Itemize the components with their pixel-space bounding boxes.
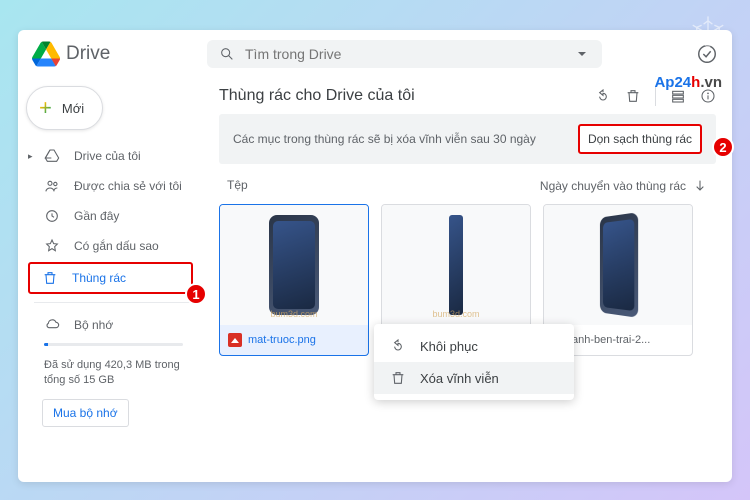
app-window: Drive + Mới ▸ Drive của tôi Được chia sẻ bbox=[18, 30, 732, 482]
dropdown-icon[interactable] bbox=[574, 46, 590, 62]
annotation-badge-1: 1 bbox=[185, 283, 207, 305]
notice-text: Các mục trong thùng rác sẽ bị xóa vĩnh v… bbox=[233, 132, 536, 146]
sidebar-item-shared[interactable]: Được chia sẻ với tôi bbox=[24, 172, 203, 200]
trash-icon bbox=[390, 370, 406, 386]
nav-label: Có gắn dấu sao bbox=[74, 239, 159, 253]
sidebar-item-recent[interactable]: Gần đây bbox=[24, 202, 203, 230]
ctx-label: Khôi phục bbox=[420, 339, 478, 354]
watermark: bum3d.com bbox=[432, 309, 479, 319]
nav-label: Thùng rác bbox=[72, 271, 126, 285]
storage-bar bbox=[44, 343, 183, 346]
ctx-delete-forever[interactable]: Xóa vĩnh viễn bbox=[374, 362, 574, 394]
shared-icon bbox=[44, 178, 60, 194]
arrow-down-icon bbox=[692, 178, 708, 194]
search-box[interactable] bbox=[207, 40, 602, 68]
storage-text: Đã sử dụng 420,3 MB trong tổng số 15 GB bbox=[24, 354, 203, 393]
search-icon bbox=[219, 46, 235, 62]
file-grid: bum3d.com mat-truoc.png bum3d.com bbox=[219, 204, 716, 356]
context-menu: Khôi phục Xóa vĩnh viễn bbox=[374, 324, 574, 400]
restore-icon bbox=[390, 338, 406, 354]
main-content: Thùng rác cho Drive của tôi Các mục tron… bbox=[203, 78, 732, 482]
annotation-badge-2: 2 bbox=[712, 136, 734, 158]
delete-icon[interactable] bbox=[625, 88, 641, 104]
restore-icon[interactable] bbox=[595, 88, 611, 104]
empty-trash-button[interactable]: Dọn sạch thùng rác bbox=[578, 124, 702, 154]
files-header: Tệp Ngày chuyển vào thùng rác bbox=[219, 174, 716, 198]
nav-label: Bộ nhớ bbox=[74, 318, 113, 332]
watermark: bum3d.com bbox=[270, 309, 317, 319]
new-label: Mới bbox=[62, 101, 84, 116]
star-icon bbox=[44, 238, 60, 254]
file-thumbnail: bum3d.com bbox=[220, 205, 368, 325]
file-name: anh-ben-trai-2... bbox=[572, 334, 650, 346]
buy-storage-button[interactable]: Mua bộ nhớ bbox=[42, 399, 129, 427]
caret-icon: ▸ bbox=[28, 151, 33, 162]
snowflake-decoration bbox=[686, 12, 730, 56]
main-header: Thùng rác cho Drive của tôi bbox=[219, 86, 716, 106]
cloud-icon bbox=[44, 317, 60, 333]
nav-label: Được chia sẻ với tôi bbox=[74, 179, 182, 193]
ctx-label: Xóa vĩnh viễn bbox=[420, 371, 499, 386]
trash-icon bbox=[42, 270, 58, 286]
files-label: Tệp bbox=[227, 178, 248, 194]
sidebar-item-storage[interactable]: Bộ nhớ bbox=[24, 311, 203, 339]
file-thumbnail bbox=[544, 205, 692, 325]
new-button[interactable]: + Mới bbox=[26, 86, 103, 130]
image-type-icon bbox=[228, 333, 242, 347]
sidebar-item-trash[interactable]: Thùng rác bbox=[28, 262, 193, 294]
logo[interactable]: Drive bbox=[32, 41, 197, 67]
nav-label: Gần đây bbox=[74, 209, 119, 223]
app-name: Drive bbox=[66, 43, 110, 65]
file-thumbnail: bum3d.com bbox=[382, 205, 530, 325]
file-card[interactable]: bum3d.com mat-truoc.png bbox=[219, 204, 369, 356]
clock-icon bbox=[44, 208, 60, 224]
trash-notice: Các mục trong thùng rác sẽ bị xóa vĩnh v… bbox=[219, 114, 716, 164]
sidebar-item-my-drive[interactable]: ▸ Drive của tôi bbox=[24, 142, 203, 170]
sidebar: + Mới ▸ Drive của tôi Được chia sẻ với t… bbox=[18, 78, 203, 482]
sidebar-item-starred[interactable]: Có gắn dấu sao bbox=[24, 232, 203, 260]
brand-watermark: Ap24h.vn bbox=[654, 74, 722, 91]
page-title: Thùng rác cho Drive của tôi bbox=[219, 87, 415, 105]
search-input[interactable] bbox=[245, 46, 564, 62]
header: Drive bbox=[18, 30, 732, 78]
divider bbox=[34, 302, 193, 303]
ctx-restore[interactable]: Khôi phục bbox=[374, 330, 574, 362]
sort-label: Ngày chuyển vào thùng rác bbox=[540, 179, 686, 193]
file-name: mat-truoc.png bbox=[248, 334, 316, 346]
plus-icon: + bbox=[39, 95, 52, 121]
nav-label: Drive của tôi bbox=[74, 149, 141, 163]
drive-logo-icon bbox=[32, 41, 60, 67]
sort-control[interactable]: Ngày chuyển vào thùng rác bbox=[540, 178, 708, 194]
drive-icon bbox=[44, 148, 60, 164]
